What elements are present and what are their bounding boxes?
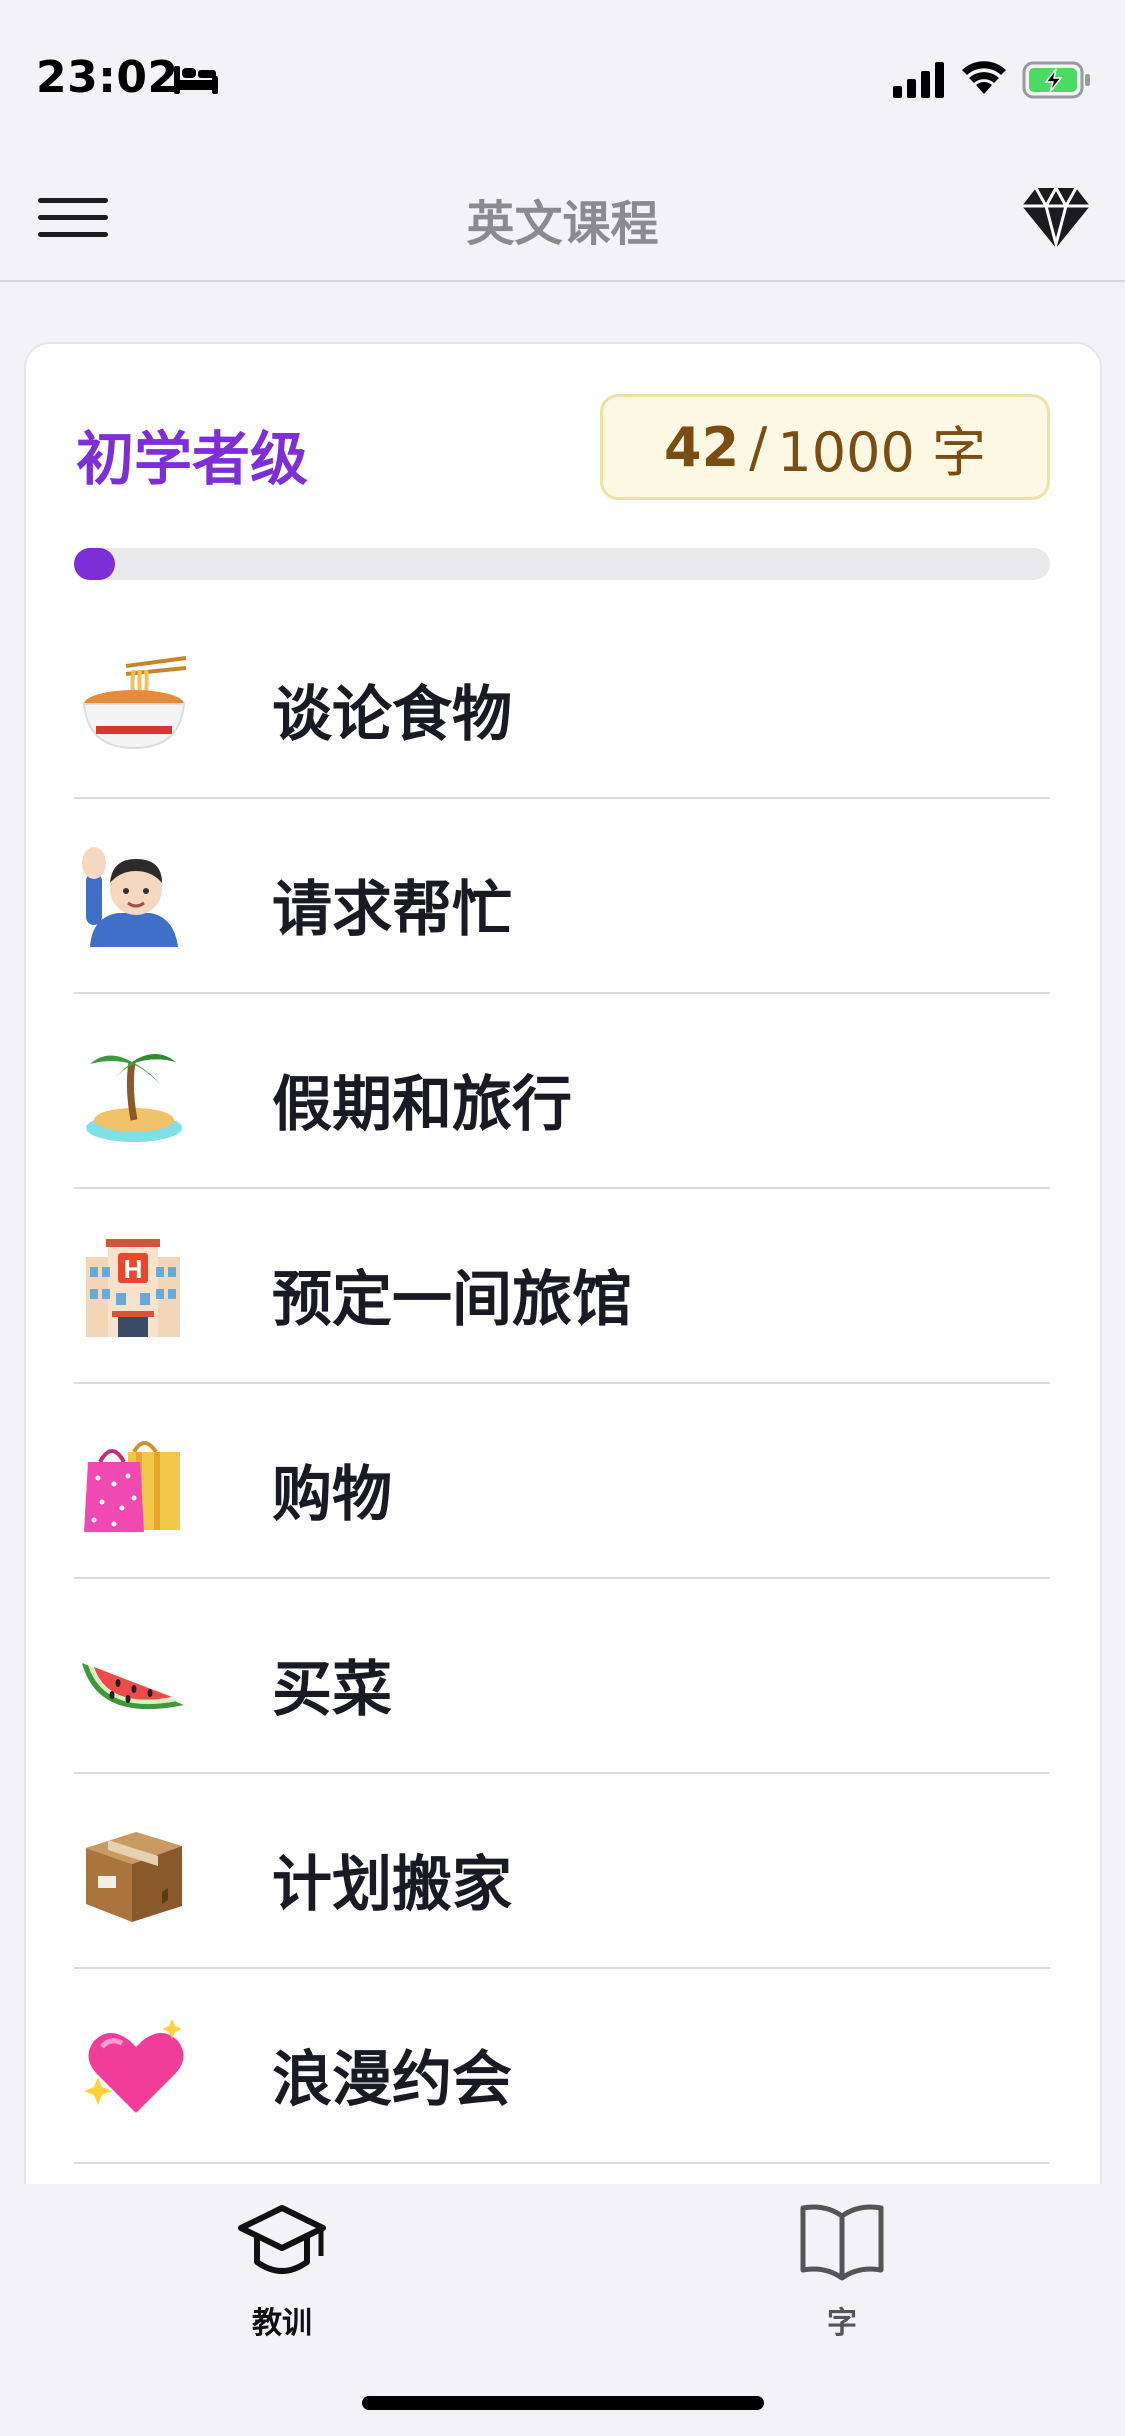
lesson-title: 预定一间旅馆 [272, 1265, 632, 1335]
lesson-title: 假期和旅行 [272, 1070, 572, 1140]
open-book-icon [800, 2204, 884, 2281]
lesson-item-romantic-date[interactable]: 浪漫约会 [74, 1969, 1050, 2164]
tab-words[interactable]: 字 [742, 2200, 942, 2350]
nav-bar: 英文课程 [0, 150, 1125, 282]
progress-fill [74, 548, 115, 580]
svg-text:H: H [124, 1254, 143, 1284]
course-card: 初学者级 42 / 1000 字 谈论食物 请求帮忙 假期和旅行 H 预定一间旅… [26, 344, 1100, 2184]
bed-icon [174, 66, 218, 94]
status-bar: 23:02 [0, 0, 1125, 150]
desert-island-icon [86, 1054, 182, 1142]
battery-charging-icon [1022, 61, 1090, 99]
shopping-bags-icon [84, 1441, 180, 1532]
watermelon-icon [82, 1663, 184, 1710]
wifi-icon [962, 61, 1006, 94]
lesson-title: 浪漫约会 [272, 2045, 512, 2115]
noodle-bowl-icon [82, 656, 187, 750]
word-count-separator: / [749, 415, 768, 479]
lesson-item-asking-help[interactable]: 请求帮忙 [74, 799, 1050, 994]
lesson-list: 谈论食物 请求帮忙 假期和旅行 H 预定一间旅馆 购物 买菜 计划搬家 浪漫约会 [74, 604, 1050, 2164]
word-count-badge: 42 / 1000 字 [600, 394, 1050, 500]
tab-lessons-label: 教训 [252, 2306, 312, 2341]
lesson-item-buying-groceries[interactable]: 买菜 [74, 1579, 1050, 1774]
lesson-title: 购物 [272, 1460, 392, 1530]
cellular-signal-icon [893, 62, 944, 98]
lesson-title: 请求帮忙 [272, 875, 512, 945]
diamond-icon[interactable] [1020, 184, 1092, 250]
lesson-title: 谈论食物 [272, 680, 512, 750]
raising-hand-icon [82, 847, 178, 947]
status-time: 23:02 [36, 52, 179, 103]
lesson-title: 买菜 [272, 1655, 392, 1725]
progress-bar [74, 548, 1050, 580]
words-total: 1000 字 [777, 420, 986, 484]
graduation-cap-icon [238, 2205, 326, 2274]
lesson-item-shopping[interactable]: 购物 [74, 1384, 1050, 1579]
tab-bar: 教训 字 [0, 2184, 1125, 2436]
page-title: 英文课程 [466, 196, 659, 252]
package-icon [86, 1832, 182, 1922]
tab-lessons[interactable]: 教训 [182, 2200, 382, 2350]
tab-words-label: 字 [827, 2306, 857, 2341]
lesson-item-holiday-travel[interactable]: 假期和旅行 [74, 994, 1050, 1189]
hotel-icon: H [86, 1239, 180, 1337]
level-label: 初学者级 [76, 425, 309, 493]
lesson-item-planning-move[interactable]: 计划搬家 [74, 1774, 1050, 1969]
lesson-item-talking-food[interactable]: 谈论食物 [74, 604, 1050, 799]
home-indicator[interactable] [362, 2396, 764, 2410]
lesson-title: 计划搬家 [272, 1850, 512, 1920]
sparkling-heart-icon [84, 2019, 184, 2113]
lesson-item-booking-hotel[interactable]: H 预定一间旅馆 [74, 1189, 1050, 1384]
words-learned: 42 [664, 415, 740, 479]
